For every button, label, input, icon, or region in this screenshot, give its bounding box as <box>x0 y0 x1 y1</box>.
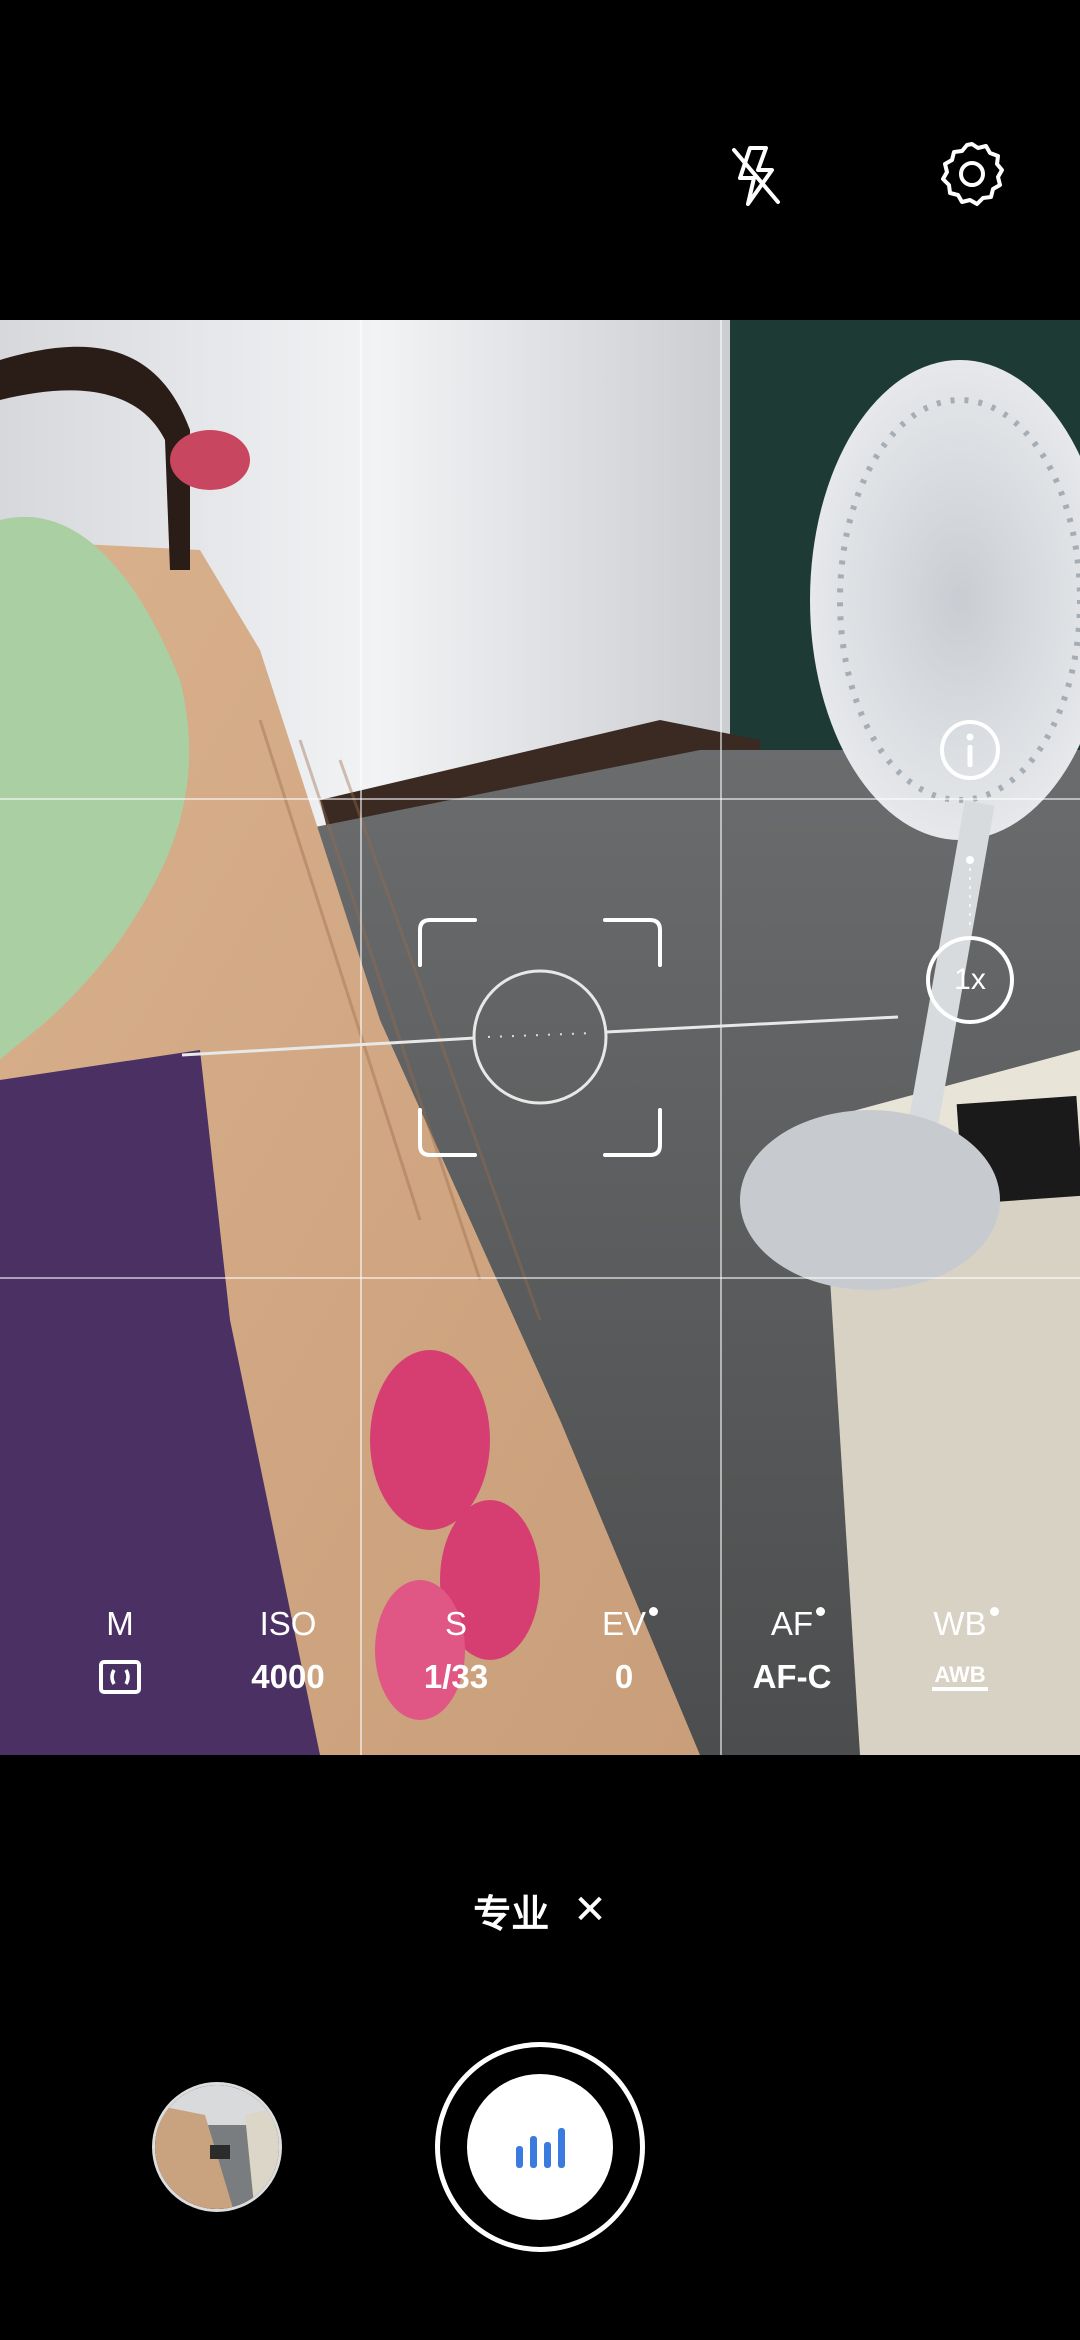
shutter-inner <box>467 2074 613 2220</box>
param-label: EV <box>602 1605 659 1643</box>
param-value: AF-C <box>752 1658 832 1695</box>
auto-dot <box>989 1607 999 1616</box>
focus-overlay <box>181 918 899 1157</box>
shutter-button[interactable] <box>435 2042 645 2252</box>
mode-label[interactable]: 专业 <box>473 1883 549 1938</box>
param-value: 1/33 <box>423 1658 489 1695</box>
metering-matrix-icon <box>50 1657 190 1697</box>
param-ev[interactable]: EV 0 <box>554 1605 694 1697</box>
mode-row: 专业 ✕ <box>0 1880 1080 1940</box>
param-value: 4000 <box>251 1658 325 1695</box>
audio-bars-icon <box>516 2128 565 2168</box>
param-label: AF <box>771 1605 826 1643</box>
thumbnail-image <box>155 2085 279 2209</box>
param-value: AWB <box>890 1657 1030 1697</box>
param-iso[interactable]: ISO 4000 <box>218 1605 358 1697</box>
param-metering[interactable]: M <box>50 1605 190 1697</box>
param-label: M <box>106 1605 134 1642</box>
auto-dot <box>649 1607 659 1616</box>
level-circle <box>472 969 608 1105</box>
auto-dot <box>816 1607 826 1616</box>
param-label: WB <box>933 1605 999 1643</box>
pro-parameters: M ISO 4000 S 1/33 EV 0 AF AF-C WB AWB <box>0 1605 1080 1715</box>
param-label: S <box>444 1605 467 1642</box>
awb-badge: AWB <box>932 1663 988 1691</box>
close-icon[interactable]: ✕ <box>573 1887 607 1933</box>
param-af[interactable]: AF AF-C <box>722 1605 862 1697</box>
focus-frame <box>418 918 662 1157</box>
param-value: 0 <box>614 1658 634 1695</box>
gallery-thumbnail[interactable] <box>152 2082 282 2212</box>
param-wb[interactable]: WB AWB <box>890 1605 1030 1697</box>
param-shutter-speed[interactable]: S 1/33 <box>386 1605 526 1697</box>
param-label: ISO <box>259 1605 317 1642</box>
